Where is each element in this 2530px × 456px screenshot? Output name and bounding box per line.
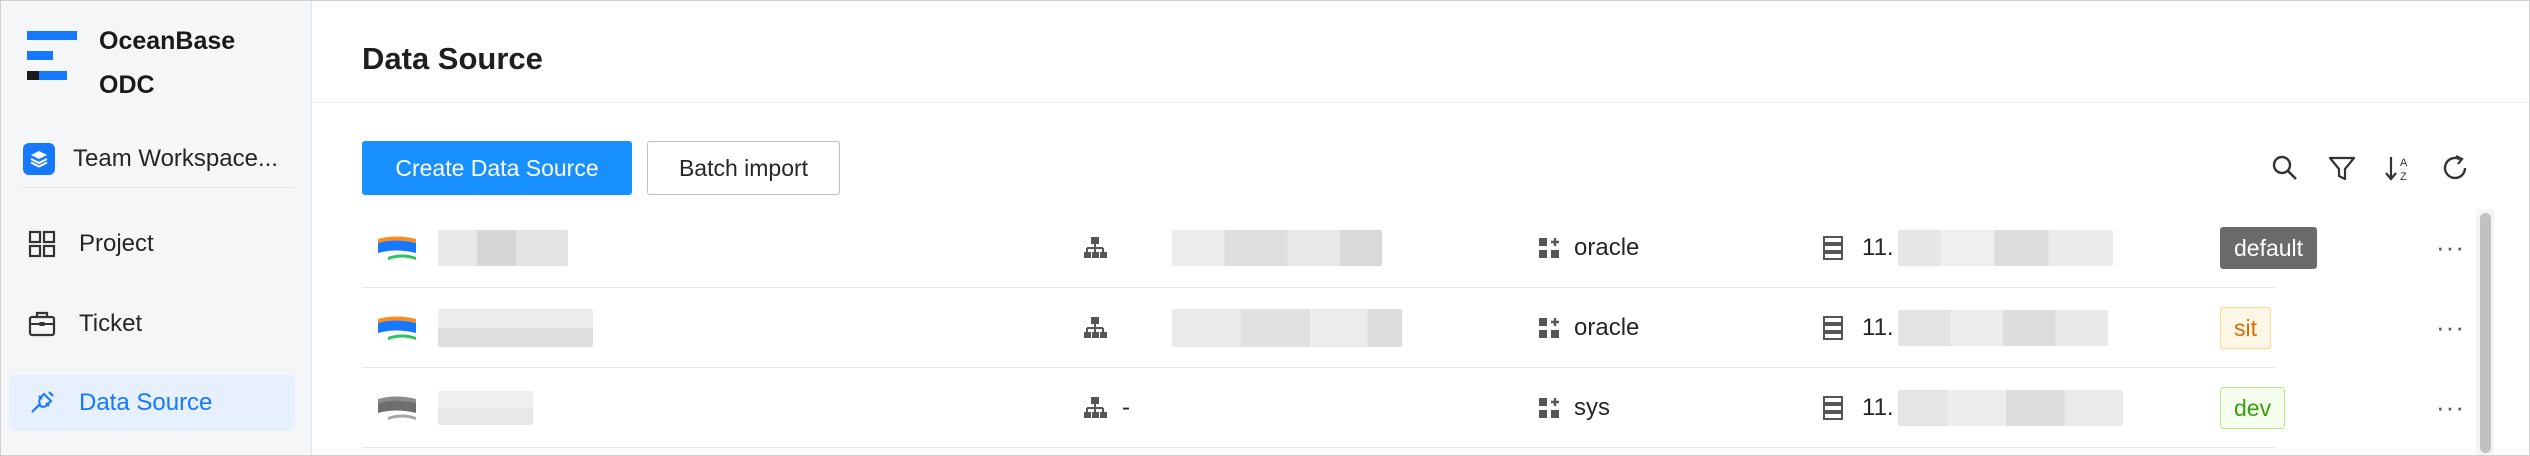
page-title: Data Source [362,41,543,76]
cluster-name: - [1122,393,1130,421]
server-icon [1820,288,1846,367]
host-prefix: 11. [1862,393,1894,421]
oceanbase-color-icon [376,208,418,287]
sidebar-item-project[interactable]: Project [9,216,295,272]
host-address: 11. [1862,368,2123,447]
cluster-name [1172,208,1382,287]
sidebar-item-data-source[interactable]: Data Source [9,375,295,431]
host-prefix: 11. [1862,233,1894,261]
environment-tag: dev [2220,368,2286,447]
brand-name-line1: OceanBase [99,27,236,55]
cluster-name [1172,288,1402,367]
environment-tag: sit [2220,288,2271,367]
scrollbar-thumb[interactable] [2480,213,2491,453]
app-window: OceanBase ODC Team Workspace... Project [0,0,2530,456]
table-row[interactable]: oracle 11. default ··· [362,208,2464,288]
oceanbase-gray-icon [376,368,418,447]
sidebar-item-label: Data Source [79,389,213,416]
data-source-name [438,368,533,447]
batch-import-button[interactable]: Batch import [647,141,840,195]
sidebar-item-label: Ticket [79,310,143,337]
oceanbase-logo-icon [27,31,77,80]
refresh-icon[interactable] [2440,153,2470,183]
workspace-switcher[interactable]: Team Workspace... [23,133,293,185]
plug-icon [31,391,54,413]
sidebar-item-label: Project [79,230,154,257]
svg-text:Z: Z [2400,171,2407,183]
briefcase-icon [28,311,56,337]
create-data-source-button[interactable]: Create Data Source [362,141,632,195]
cluster-icon [1082,288,1108,367]
host-prefix: 11. [1862,313,1894,341]
host-address: 11. [1862,208,2113,287]
brand-name: OceanBase ODC [99,19,235,107]
more-actions-button[interactable]: ··· [2436,368,2465,447]
sidebar: OceanBase ODC Team Workspace... Project [1,1,312,455]
environment-tag: default [2220,208,2318,287]
main-content: Data Source Create Data Source Batch imp… [312,1,2529,455]
search-icon[interactable] [2270,153,2300,183]
header-divider [312,102,2529,103]
sidebar-item-ticket[interactable]: Ticket [9,296,295,352]
tag-dev: dev [2220,386,2286,429]
filter-icon[interactable] [2327,153,2357,183]
server-icon [1820,368,1846,447]
more-actions-button[interactable]: ··· [2436,208,2465,287]
data-source-name [438,208,568,287]
grid-icon [28,230,56,258]
host-address: 11. [1862,288,2108,367]
sort-az-icon[interactable]: A Z [2383,153,2413,183]
table-row[interactable]: - sys 11. dev ··· [362,368,2464,448]
tenant-icon [1536,288,1562,367]
layers-icon [23,143,55,175]
server-icon [1820,208,1846,287]
workspace-label: Team Workspace... [73,145,278,172]
tenant-icon [1536,368,1562,447]
table-row[interactable]: oracle 11. sit ··· [362,288,2464,368]
cluster-icon [1082,208,1108,287]
sidebar-divider [23,187,295,188]
tenant-name: oracle [1574,313,1640,341]
brand-name-line2: ODC [99,71,155,99]
svg-text:A: A [2400,157,2408,169]
tag-sit: sit [2220,306,2271,349]
more-actions-button[interactable]: ··· [2436,288,2465,367]
tenant-name: oracle [1574,233,1640,261]
tag-default: default [2220,226,2318,269]
tenant-name: sys [1574,393,1610,421]
tenant-icon [1536,208,1562,287]
cluster-icon [1082,368,1108,447]
data-source-name [438,288,593,367]
vertical-scrollbar[interactable] [2476,209,2494,455]
oceanbase-color-icon [376,288,418,367]
